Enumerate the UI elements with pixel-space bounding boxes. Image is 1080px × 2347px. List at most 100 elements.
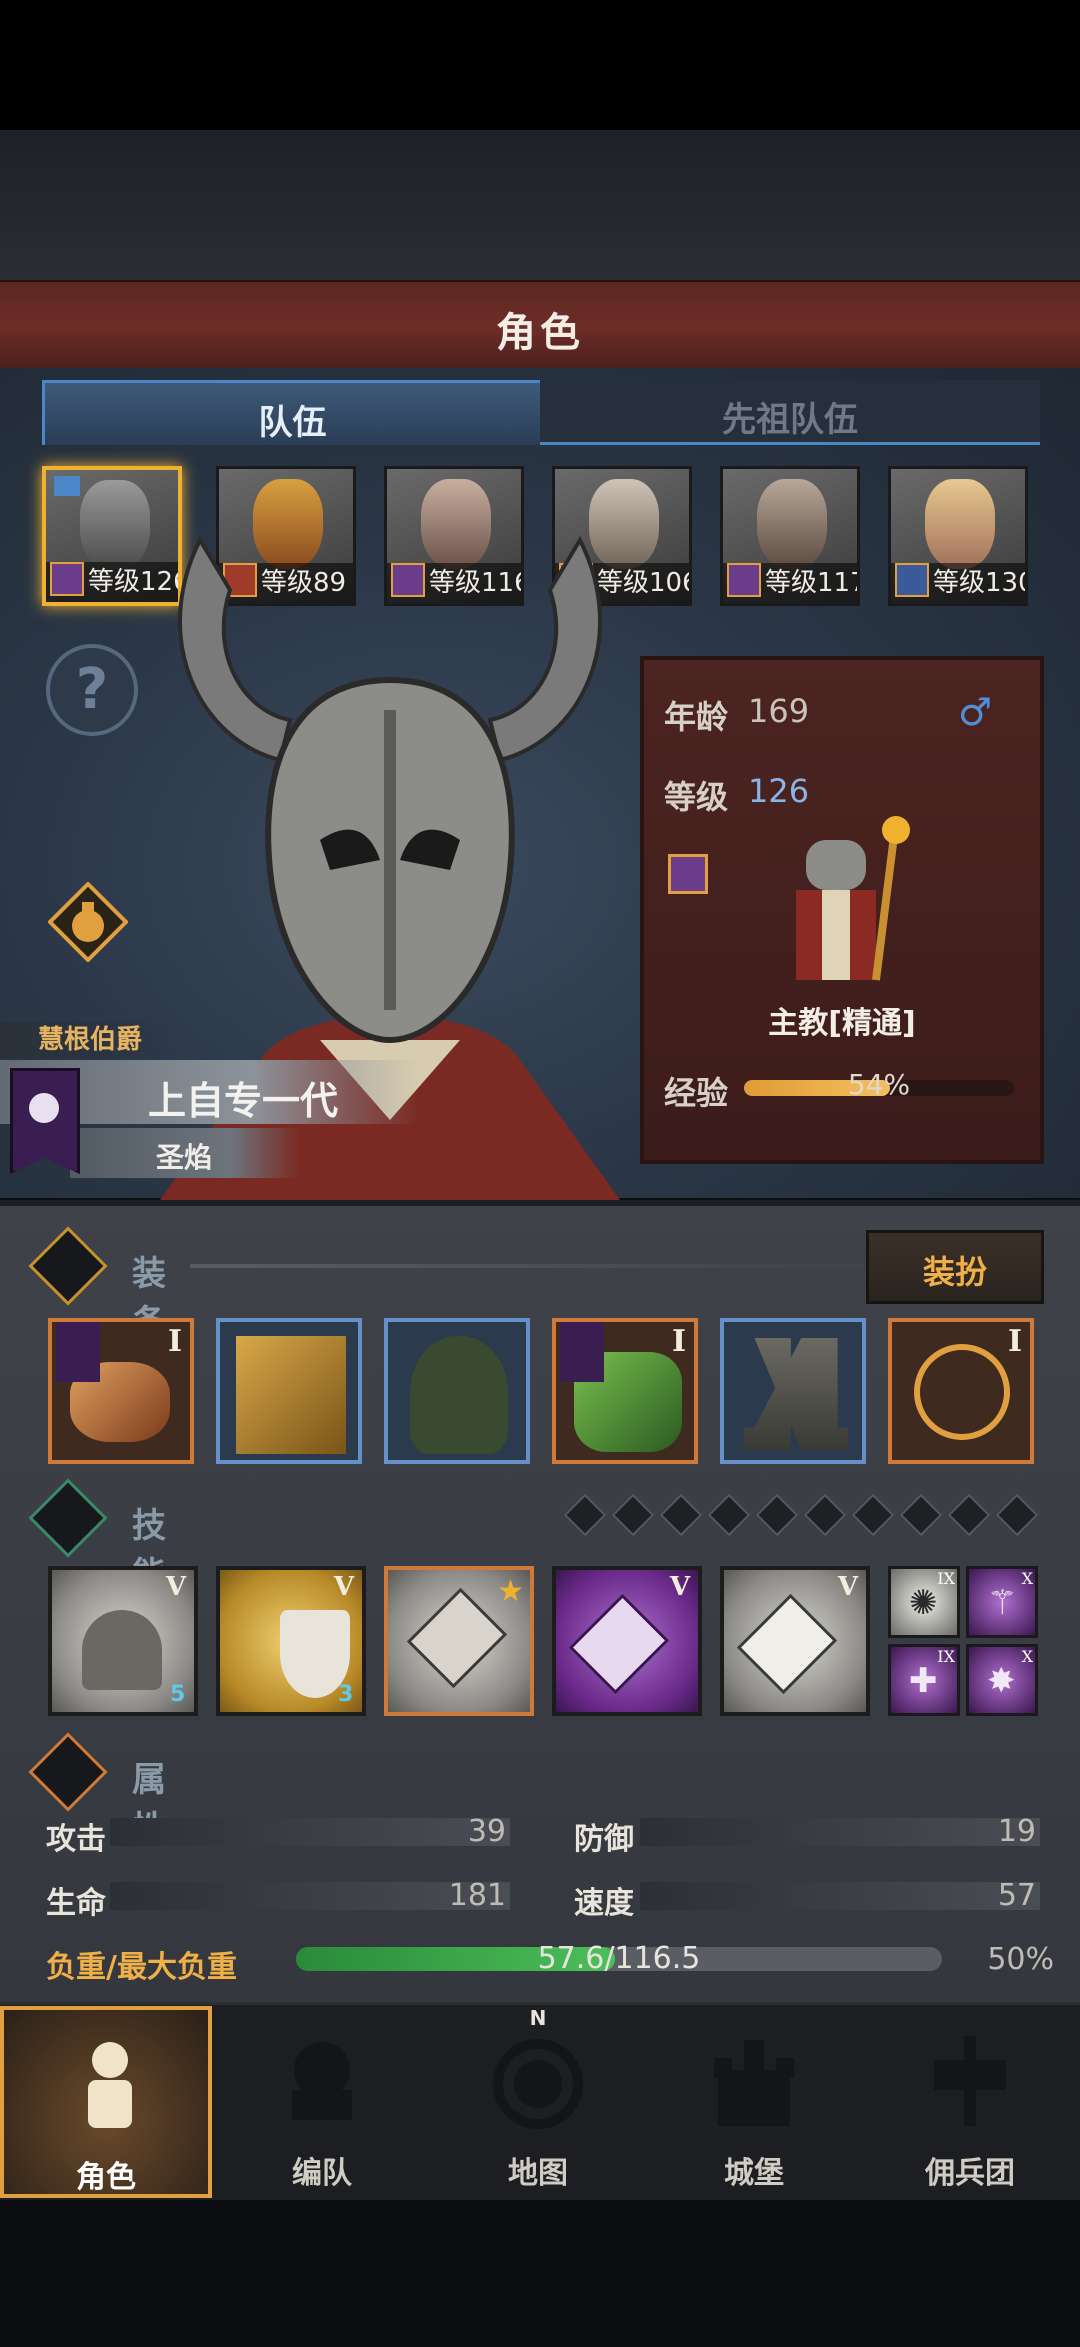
skill-crystal-prayer[interactable]: ★ xyxy=(384,1566,534,1716)
equip-slot-armor[interactable]: I xyxy=(552,1318,698,1464)
status-area xyxy=(0,0,1080,130)
party-member-6[interactable]: 等级130 xyxy=(888,466,1028,606)
skill-rank-badge: 3 xyxy=(338,1682,354,1707)
nav-character[interactable]: 角色 xyxy=(0,2006,212,2198)
speed-value: 57 xyxy=(997,1878,1036,1913)
tier-numeral: X xyxy=(1021,1647,1033,1666)
equip-slot-head[interactable] xyxy=(384,1318,530,1464)
tier-numeral: IX xyxy=(937,1647,955,1666)
formation-icon xyxy=(292,2042,352,2120)
nav-map-label: 地图 xyxy=(508,2156,568,2191)
tab-ancestor-team[interactable]: 先祖队伍 xyxy=(540,380,1040,445)
compass-amulet-icon xyxy=(914,1344,1010,1440)
hero-name: 上自专一代 xyxy=(148,1079,339,1123)
tier-numeral: I xyxy=(167,1324,182,1359)
star-icon: ★ xyxy=(497,1574,524,1609)
purple-crystal-icon xyxy=(568,1593,670,1695)
nav-character-label: 角色 xyxy=(76,2160,136,2195)
dress-up-label: 装扮 xyxy=(922,1253,987,1291)
hp-label: 生命 xyxy=(46,1886,106,1921)
sun-emblem-icon xyxy=(29,1093,59,1123)
bishop-figure-icon xyxy=(796,816,910,981)
nav-castle[interactable]: 城堡 xyxy=(648,2006,860,2198)
section-divider xyxy=(190,1264,890,1268)
staff-class-icon xyxy=(727,563,761,597)
passive-skill-holy-cross[interactable]: ✚ IX xyxy=(888,1644,960,1716)
staff-class-icon xyxy=(50,562,84,596)
load-value: 57.6/116.5 xyxy=(537,1941,701,1976)
male-gender-icon: ♂ xyxy=(958,690,993,734)
nav-mercenary[interactable]: 佣兵团 xyxy=(864,2006,1076,2198)
load-label: 负重/最大负重 xyxy=(46,1950,237,1985)
staff-class-icon xyxy=(668,854,708,894)
equip-slot-weapon[interactable] xyxy=(216,1318,362,1464)
tier-numeral: X xyxy=(1021,1569,1033,1588)
party-member-5[interactable]: 等级117 xyxy=(720,466,860,606)
nav-formation-label: 编队 xyxy=(292,2156,352,2191)
class-name: 主教[精通] xyxy=(768,1006,916,1041)
silver-crystal-icon xyxy=(736,1593,838,1695)
tier-numeral: IX xyxy=(937,1569,955,1588)
tier-numeral: I xyxy=(671,1324,686,1359)
tier-numeral: V xyxy=(669,1572,690,1602)
age-value: 169 xyxy=(748,692,810,730)
tier-numeral: I xyxy=(1007,1324,1022,1359)
helmet-portrait-icon xyxy=(80,480,150,570)
nav-mercenary-label: 佣兵团 xyxy=(925,2156,1015,2191)
house-title: 慧根伯爵 xyxy=(0,1022,180,1058)
staff-strike-icon xyxy=(82,1610,162,1690)
equip-slot-accessory[interactable]: I xyxy=(888,1318,1034,1464)
hp-value: 181 xyxy=(448,1878,506,1913)
passive-skill-burst[interactable]: ✺ IX xyxy=(888,1566,960,1638)
skill-staff-strike[interactable]: V 5 xyxy=(48,1566,198,1716)
holy-cross-icon: ✚ xyxy=(909,1661,938,1701)
sun-banner-icon xyxy=(56,1322,100,1382)
exp-percent: 54% xyxy=(847,1068,911,1101)
tab-team[interactable]: 队伍 xyxy=(42,380,543,445)
skill-silver-crystal[interactable]: V xyxy=(720,1566,870,1716)
map-compass-icon xyxy=(493,2039,583,2129)
defense-value: 19 xyxy=(997,1814,1036,1849)
passive-skill-wand[interactable]: ⚚ X xyxy=(966,1566,1038,1638)
boots-icon xyxy=(744,1338,848,1450)
equip-slot-boots[interactable] xyxy=(720,1318,866,1464)
tier-numeral: V xyxy=(837,1572,858,1602)
tab-team-label: 队伍 xyxy=(258,403,327,443)
tier-numeral: V xyxy=(165,1572,186,1602)
musketeer-portrait-icon xyxy=(925,479,995,569)
faith-name: 圣焰 xyxy=(156,1141,213,1174)
exp-label: 经验 xyxy=(664,1074,729,1112)
holy-tome-icon xyxy=(236,1336,346,1454)
skill-blessing-shield[interactable]: V 3 xyxy=(216,1566,366,1716)
attack-value: 39 xyxy=(467,1814,506,1849)
attack-label: 攻击 xyxy=(46,1822,106,1857)
dress-up-button[interactable]: 装扮 xyxy=(866,1230,1044,1304)
load-percent: 50% xyxy=(987,1942,1054,1977)
header-backdrop xyxy=(0,130,1080,280)
skill-purple-crystal[interactable]: V xyxy=(552,1566,702,1716)
flag-icon xyxy=(54,476,80,496)
nav-castle-label: 城堡 xyxy=(724,2156,784,2191)
passive-skill-explosion[interactable]: ✸ X xyxy=(966,1644,1038,1716)
defense-label: 防御 xyxy=(574,1822,634,1857)
mercenary-icon xyxy=(934,2036,1006,2126)
castle-icon xyxy=(714,2040,794,2126)
hood-icon xyxy=(410,1336,508,1454)
help-icon[interactable]: ? xyxy=(46,644,138,736)
age-label: 年龄 xyxy=(664,698,729,736)
knight-icon xyxy=(88,2042,132,2128)
page-title: 角色 xyxy=(496,310,584,356)
faith-plate: 圣焰 xyxy=(70,1128,300,1178)
elder-portrait-icon xyxy=(757,479,827,569)
tab-ancestor-label: 先祖队伍 xyxy=(722,400,858,440)
burst-icon: ✺ xyxy=(909,1583,938,1623)
exp-bar: 54% xyxy=(744,1068,1014,1101)
wand-icon: ⚚ xyxy=(987,1583,1018,1623)
speed-label: 速度 xyxy=(574,1886,634,1921)
page-title-bar: 角色 xyxy=(0,280,1080,373)
potion-icon[interactable] xyxy=(48,882,128,962)
nav-map[interactable]: N 地图 xyxy=(432,2006,644,2198)
equip-slot-helmet[interactable]: I xyxy=(48,1318,194,1464)
nav-formation[interactable]: 编队 xyxy=(216,2006,428,2198)
crystal-prayer-icon xyxy=(406,1587,508,1689)
